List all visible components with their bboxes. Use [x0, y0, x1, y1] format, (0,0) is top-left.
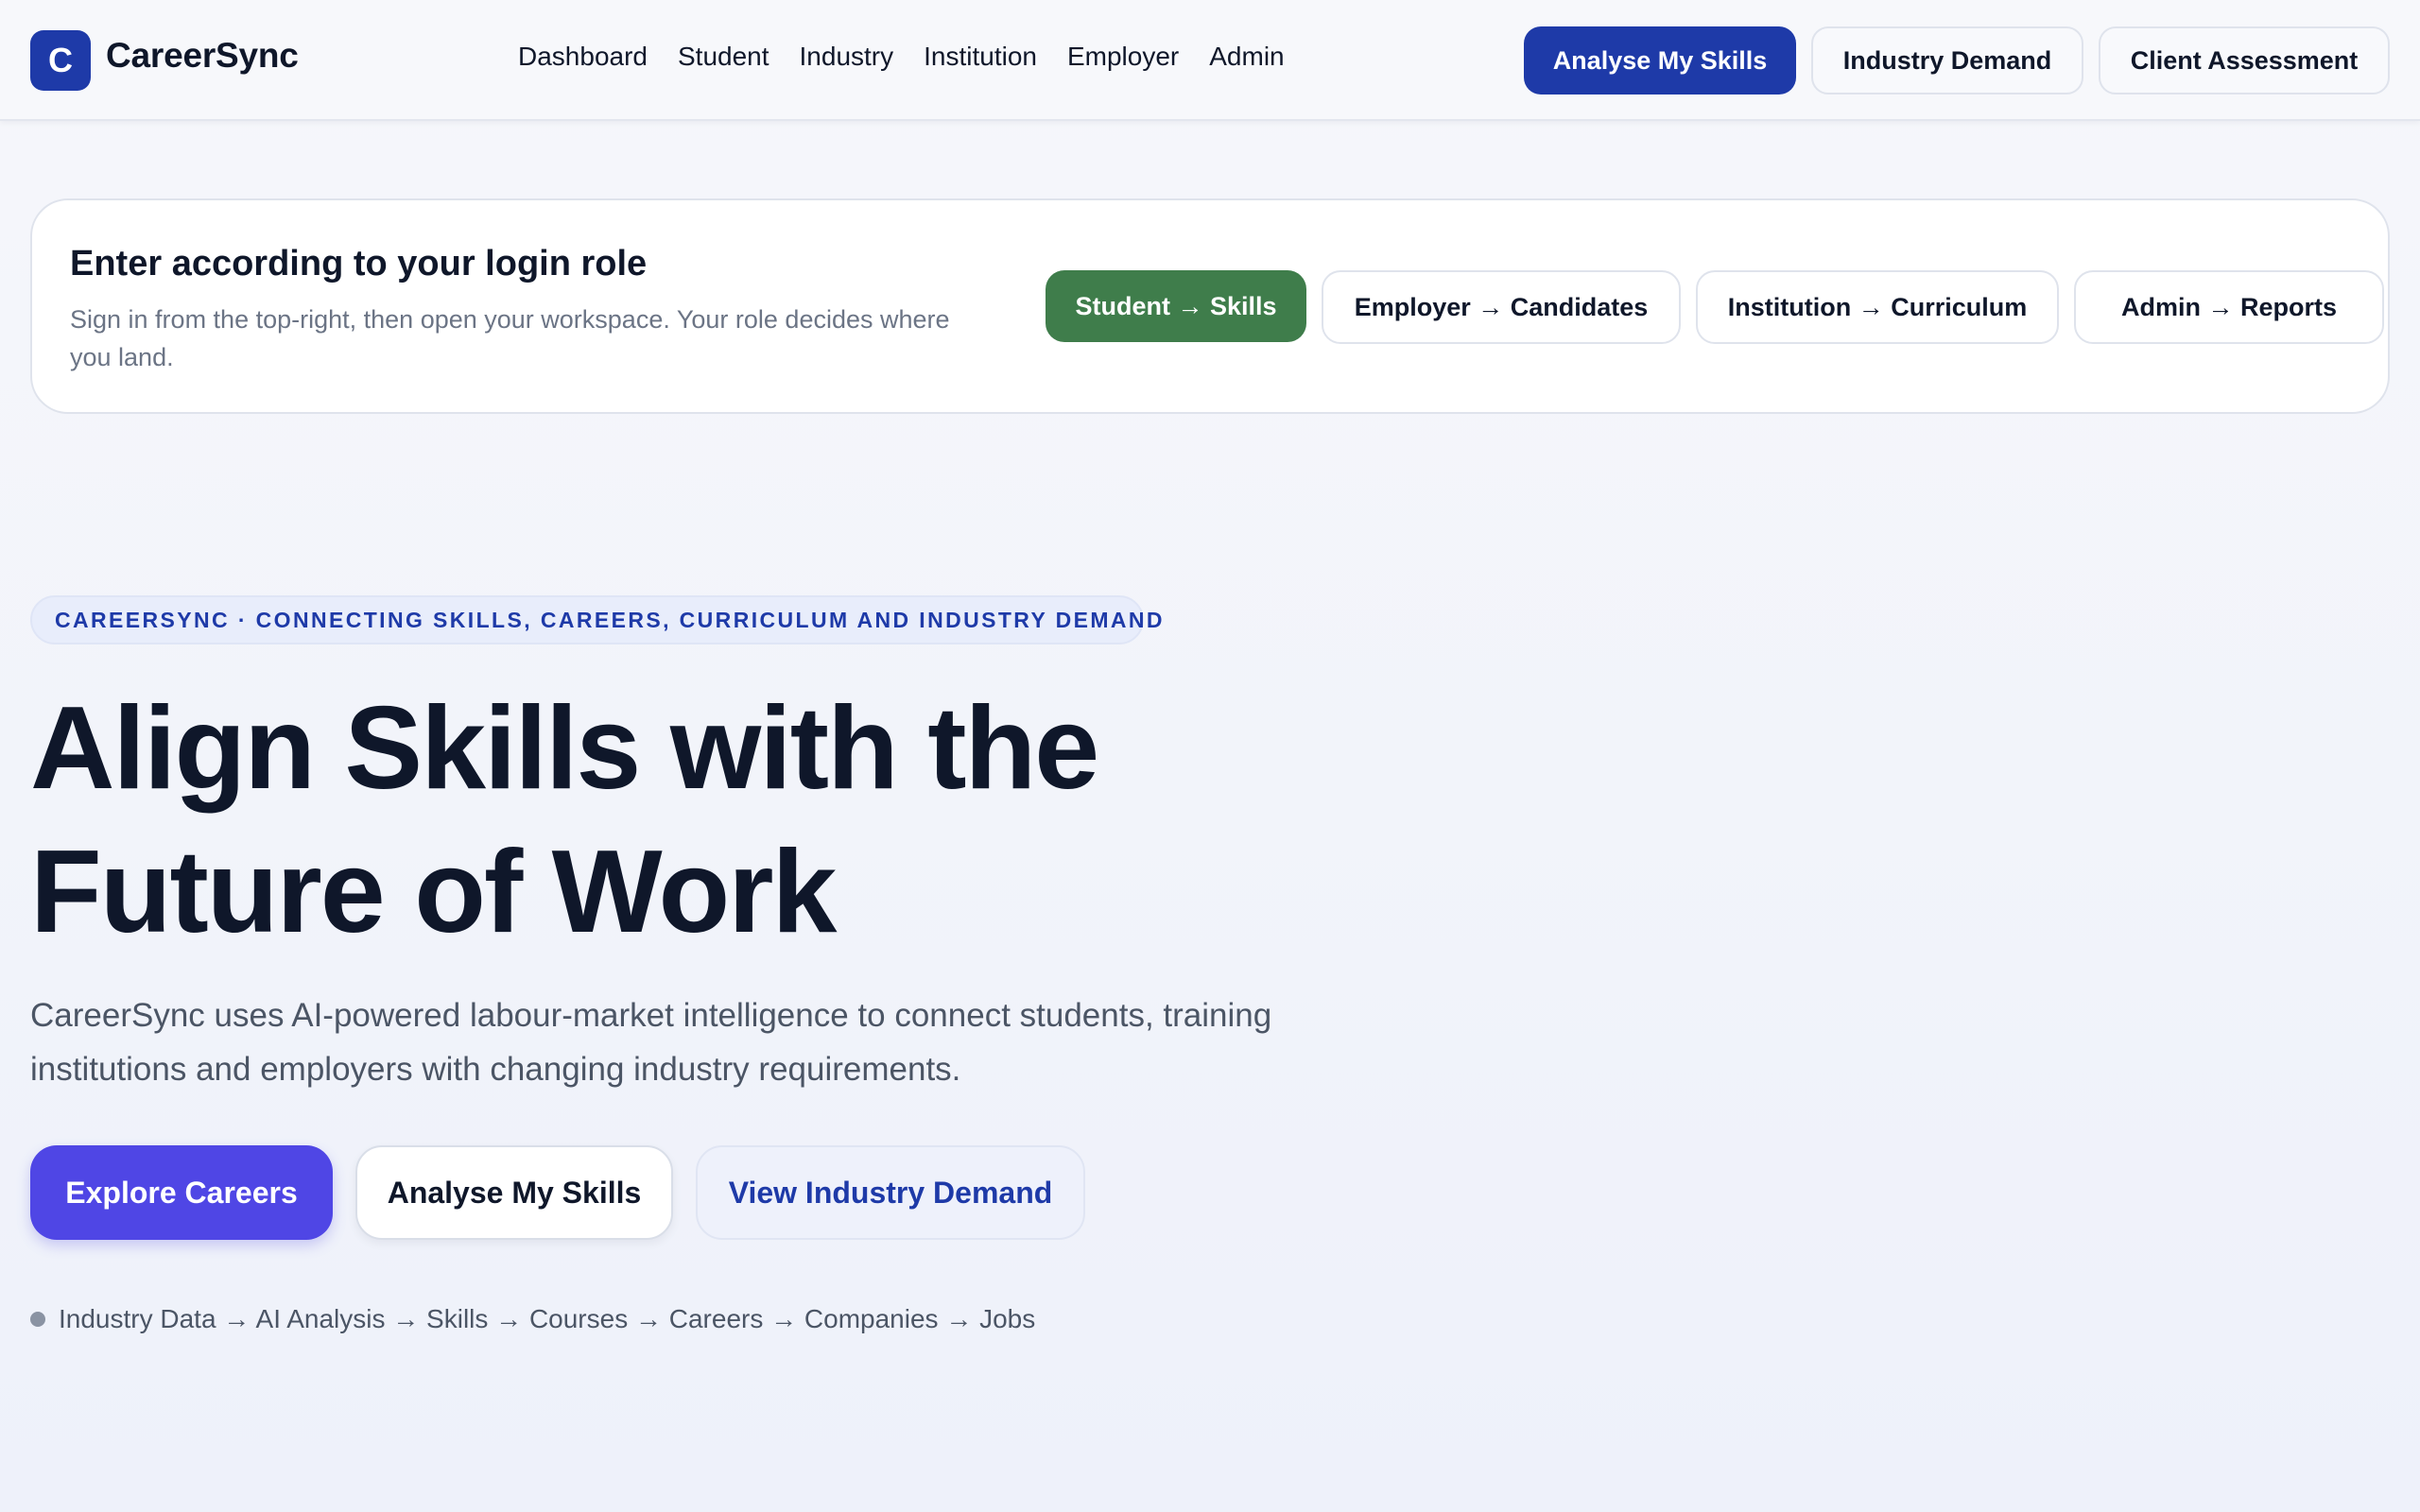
hero-tagline-badge: CAREERSYNC · CONNECTING SKILLS, CAREERS,… — [30, 595, 1163, 644]
top-navigation-bar: C CareerSync Dashboard Student Industry … — [0, 0, 2420, 121]
nav-industry[interactable]: Industry — [800, 42, 894, 72]
industry-demand-button[interactable]: Industry Demand — [1811, 26, 2083, 94]
hero-title: Align Skills with the Future of Work — [30, 677, 1259, 964]
hero-subtitle: CareerSync uses AI-powered labour-market… — [30, 997, 1272, 1088]
hero-analyse-skills-button[interactable]: Analyse My Skills — [355, 1145, 673, 1240]
role-student-button[interactable]: Student → Skills — [1046, 270, 1306, 342]
nav-student[interactable]: Student — [678, 42, 769, 72]
hero-title-line-2: Future of Work — [30, 827, 837, 957]
pipeline-flow: Industry Data → AI Analysis → Skills → C… — [30, 1304, 1035, 1334]
login-role-card: Enter according to your login role Sign … — [30, 198, 2390, 414]
role-institution-button[interactable]: Institution → Curriculum — [1696, 270, 2059, 344]
role-card-description: Sign in from the top-right, then open yo… — [70, 305, 950, 371]
brand-name[interactable]: CareerSync — [106, 36, 299, 76]
role-admin-button[interactable]: Admin → Reports — [2074, 270, 2384, 344]
logo-mark[interactable]: C — [30, 30, 91, 91]
analyse-skills-button[interactable]: Analyse My Skills — [1524, 26, 1796, 94]
nav-employer[interactable]: Employer — [1067, 42, 1179, 72]
main-nav: Dashboard Student Industry Institution E… — [518, 42, 1285, 72]
bullet-dot-icon — [30, 1312, 45, 1327]
nav-institution[interactable]: Institution — [924, 42, 1037, 72]
nav-admin[interactable]: Admin — [1209, 42, 1284, 72]
role-card-title: Enter according to your login role — [70, 244, 648, 284]
nav-dashboard[interactable]: Dashboard — [518, 42, 648, 72]
pipeline-flow-text: Industry Data → AI Analysis → Skills → C… — [59, 1304, 1036, 1333]
view-industry-demand-button[interactable]: View Industry Demand — [696, 1145, 1085, 1240]
client-assessment-button[interactable]: Client Assessment — [2099, 26, 2390, 94]
role-employer-button[interactable]: Employer → Candidates — [1322, 270, 1681, 344]
hero-title-line-1: Align Skills with the — [30, 683, 1099, 814]
explore-careers-button[interactable]: Explore Careers — [30, 1145, 333, 1240]
